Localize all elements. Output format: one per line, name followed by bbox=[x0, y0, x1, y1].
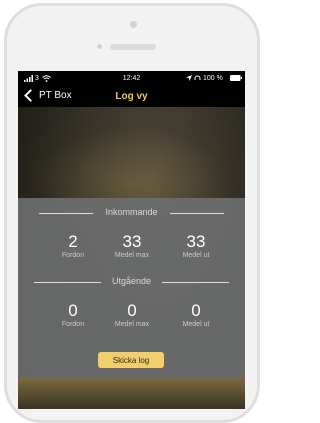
outgoing-title: Utgående bbox=[111, 276, 152, 286]
incoming-vehicles-stat: 2 Fordon bbox=[43, 232, 103, 260]
stat-value: 2 bbox=[68, 232, 78, 251]
incoming-avg-out-stat: 33 Medel ut bbox=[166, 232, 226, 260]
stat-value: 0 bbox=[191, 301, 201, 320]
stat-caption: Medel max bbox=[114, 321, 150, 328]
background-image-bottom bbox=[18, 378, 245, 409]
stat-value: 0 bbox=[127, 301, 137, 320]
stat-value: 33 bbox=[122, 232, 142, 251]
front-camera bbox=[130, 21, 137, 28]
log-panel: Inkommande 2 Fordon 33 Medel max 33 Mede… bbox=[18, 198, 245, 378]
navigation-bar: PT Box Log vy bbox=[18, 87, 245, 107]
stat-caption: Medel max bbox=[114, 252, 150, 259]
outgoing-vehicles-stat: 0 Fordon bbox=[43, 301, 103, 329]
stat-value: 33 bbox=[186, 232, 206, 251]
incoming-header: Inkommande bbox=[18, 207, 245, 219]
battery-percent: 100 % bbox=[203, 75, 223, 82]
sensor-dot bbox=[97, 44, 102, 49]
battery-icon bbox=[230, 75, 242, 83]
earpiece-speaker bbox=[110, 44, 156, 50]
stat-caption: Fordon bbox=[61, 252, 85, 259]
stat-caption: Medel ut bbox=[182, 252, 210, 259]
divider bbox=[170, 213, 224, 214]
outgoing-avg-max-stat: 0 Medel max bbox=[102, 301, 162, 329]
send-log-button[interactable]: Skicka log bbox=[98, 352, 164, 368]
page-title: Log vy bbox=[115, 91, 148, 102]
outgoing-header: Utgående bbox=[18, 276, 245, 288]
location-icon bbox=[186, 75, 192, 83]
incoming-title: Inkommande bbox=[105, 207, 158, 217]
app-screen: 3 12:42 100 % PT Box Log vy Inkommande 2 bbox=[18, 71, 245, 409]
headphones-icon bbox=[194, 75, 201, 83]
stat-value: 0 bbox=[68, 301, 78, 320]
status-bar: 3 12:42 100 % bbox=[18, 71, 245, 87]
stat-caption: Medel ut bbox=[182, 321, 210, 328]
outgoing-avg-out-stat: 0 Medel ut bbox=[166, 301, 226, 329]
stat-caption: Fordon bbox=[61, 321, 85, 328]
divider bbox=[162, 282, 229, 283]
incoming-avg-max-stat: 33 Medel max bbox=[102, 232, 162, 260]
